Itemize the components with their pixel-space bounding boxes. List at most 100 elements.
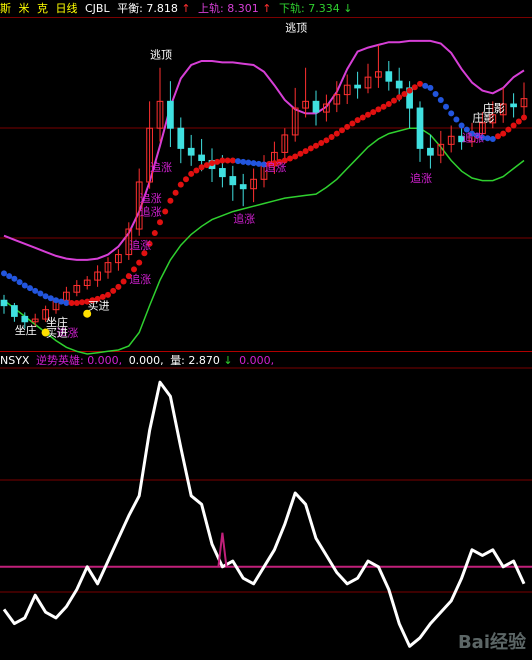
balance-dot [21,282,28,289]
vol-label: 量: [170,354,185,367]
signal-label: 追涨 [264,160,286,174]
balance-dot [219,157,226,164]
balance-dot [203,162,210,169]
balance-dot [365,111,371,118]
balance-dot [177,181,184,188]
main-header: 斯 米 克 日线 CJBL 平衡: 7.818 ↑ 上轨: 8.301 ↑ 下轨… [0,0,532,18]
candle-body [177,127,185,149]
balance-arrow: ↑ [181,2,191,15]
candle-body [219,168,226,178]
balance-dot [302,148,309,155]
balance-dot [6,273,13,280]
signal-spike [217,532,228,567]
signal-label: 追涨 [129,238,151,252]
candle-body [427,147,434,156]
balance-dot [333,130,340,137]
balance-dot [209,160,215,167]
balance-dot [105,291,111,298]
balance-dot [521,114,527,121]
balance-dot [255,160,262,167]
candle-body [416,107,424,149]
balance-dot [151,230,158,237]
candle-body [510,103,517,108]
balance-dot [344,123,351,130]
balance-dot [120,278,127,285]
balance-dot [16,279,23,286]
chart-window: 逃顶 逃顶 追涨 追涨 追涨 追涨 追涨 追涨 追涨 追涨 追涨 追涨 买进 买进 坐庄 坐庄 庄影 庄影 斯 米… [0,0,532,660]
signal-label: 追涨 [129,272,151,286]
balance-dot [198,164,205,171]
balance-dot [489,135,496,142]
balance-dot [297,150,304,157]
sub-header: NSYX 逆势英雄: 0.000, 0.000, 量: 2.870 ↓ 0.00… [0,352,532,368]
watermark: Bai经验 [457,632,526,653]
balance-dot [250,160,257,167]
balance-dot [42,293,49,300]
balance-dot [167,197,174,204]
balance-dot [307,145,314,152]
upper-band-line [3,39,525,261]
balance-dot [131,266,137,273]
signal-label: 追涨 [410,171,432,185]
balance-dot [136,259,143,266]
upper-value: 8.301 [227,2,259,15]
balance-dot [157,219,163,226]
balance-dot [515,118,522,125]
signal-label: 庄影 [472,110,494,124]
candle-body [167,100,174,129]
candle-body [395,80,403,89]
upper-arrow: ↑ [262,2,272,15]
balance-dot [68,299,75,306]
balance-dot [359,114,366,121]
balance-dot [292,153,299,160]
signal-label: 坐庄 [15,323,37,337]
balance-dot [172,189,179,196]
hero-label: 逆势英雄: [35,354,84,367]
buy-signal-dot [83,309,92,318]
balance-value: 7.818 [146,2,178,15]
balance-dot [229,157,236,164]
signal-label: 逃顶 [285,21,307,34]
balance-dot [27,285,33,292]
balance-dot [443,103,449,110]
balance-dot [214,158,221,165]
balance-dot [188,170,195,177]
balance-dot [427,84,434,91]
signal-label: 追涨 [233,211,255,225]
vol-arrow: ↓ [223,354,233,367]
period-label: 日线 [55,2,78,15]
signal-label: 追涨 [140,191,162,205]
balance-dot [391,97,397,104]
balance-dot [110,287,117,294]
balance-dot [115,283,122,290]
balance-dot [37,290,44,297]
oscillator-line [2,380,526,648]
candle-body [198,154,205,161]
candle-body [21,315,29,323]
candle-body [11,305,18,317]
balance-dot [380,103,387,110]
balance-dot [375,106,382,113]
candle-body [0,299,8,307]
buy-signal-dot [41,328,50,337]
balance-dot [183,176,189,183]
balance-dot [354,117,361,124]
candle-body [239,184,247,190]
balance-dot [240,158,247,165]
balance-dot [448,110,455,117]
signal-label: 买进 [88,300,110,313]
stock-name-char: 斯 [0,2,11,15]
balance-dot [339,127,345,134]
balance-dot [401,90,408,97]
balance-dot [417,80,423,87]
balance-dot [458,122,465,129]
hero-value-4: 0.000, [239,354,275,367]
balance-dot [193,167,200,174]
balance-dot [510,122,517,129]
balance-dot [385,101,392,108]
chart-canvas: 逃顶逃顶追涨追涨追涨追涨追涨追涨追涨追涨追涨追涨买进买进坐庄坐庄庄影庄影 [0,17,532,648]
balance-dot [328,133,335,140]
balance-dot [437,96,444,103]
balance-dot [396,94,403,101]
candle-body [187,147,195,156]
